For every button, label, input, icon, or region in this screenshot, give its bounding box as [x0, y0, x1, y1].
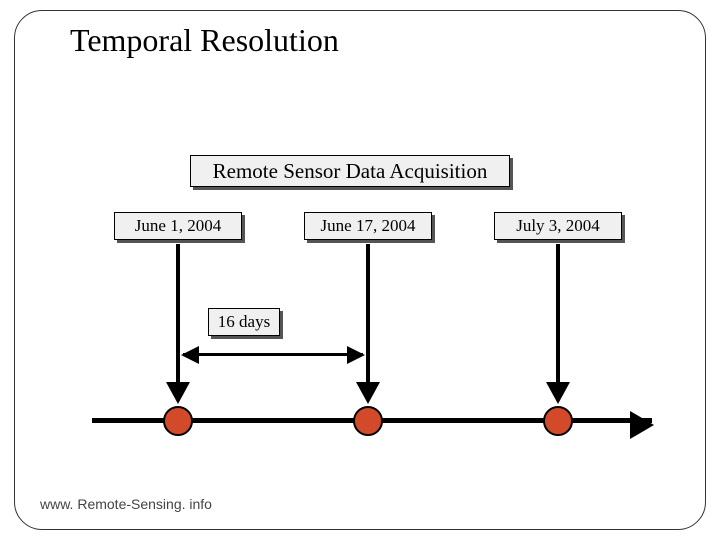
timeline-dot [543, 406, 573, 436]
timeline-dot [353, 406, 383, 436]
header-box: Remote Sensor Data Acquisition [190, 155, 510, 187]
date-box-3: July 3, 2004 [494, 212, 622, 240]
down-arrow-icon [556, 244, 560, 400]
date-box-2: June 17, 2004 [304, 212, 432, 240]
down-arrow-icon [366, 244, 370, 400]
interval-box: 16 days [208, 308, 280, 336]
down-arrow-icon [176, 244, 180, 400]
slide-frame [14, 10, 706, 530]
slide-title: Temporal Resolution [70, 22, 339, 59]
slide: Temporal Resolution Remote Sensor Data A… [0, 0, 720, 540]
date-box-1: June 1, 2004 [114, 212, 242, 240]
double-arrow-icon [183, 353, 363, 356]
footer-text: www. Remote-Sensing. info [40, 496, 212, 512]
right-arrowhead-icon [630, 411, 654, 439]
timeline-dot [163, 406, 193, 436]
